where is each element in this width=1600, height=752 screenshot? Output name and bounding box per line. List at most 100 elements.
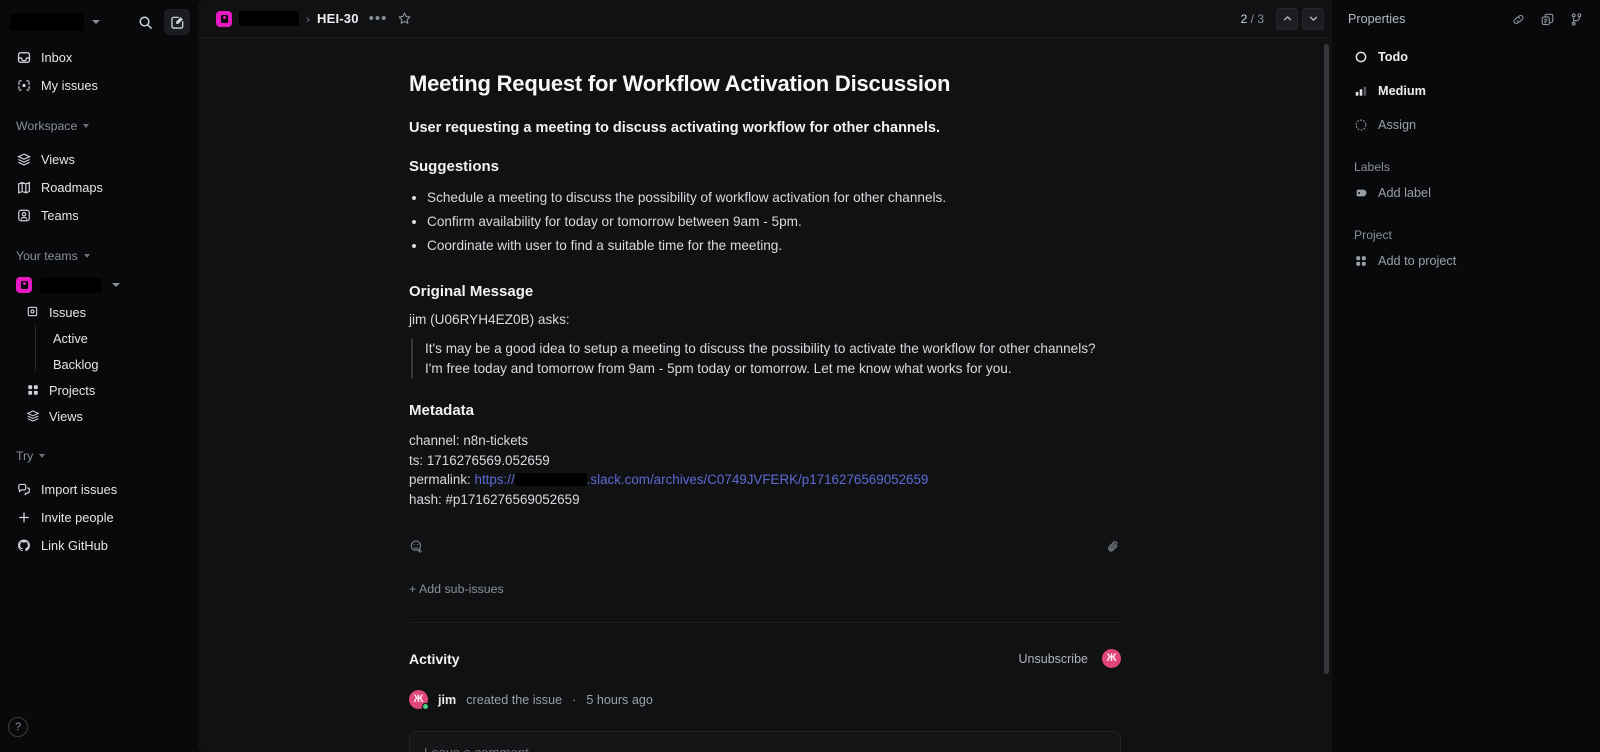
pager-total: 3 bbox=[1257, 11, 1264, 26]
next-issue-button[interactable] bbox=[1302, 7, 1324, 30]
issue-pager: 2 / 3 bbox=[1241, 12, 1264, 26]
sidebar-team-nav: Issues Active Backlog Projects Views bbox=[0, 299, 198, 429]
star-icon[interactable] bbox=[397, 11, 412, 26]
tag-icon bbox=[1354, 186, 1368, 200]
more-options-button[interactable]: ••• bbox=[369, 10, 388, 27]
property-assignee[interactable]: Assign bbox=[1348, 110, 1584, 140]
add-sub-issues-button[interactable]: + Add sub-issues bbox=[409, 582, 1121, 596]
workspace-name-redacted bbox=[10, 13, 84, 31]
add-to-project-text: Add to project bbox=[1378, 254, 1457, 268]
chevron-down-icon bbox=[83, 124, 90, 128]
activity-action: created the issue bbox=[466, 692, 563, 707]
sidebar-team-row[interactable] bbox=[8, 271, 190, 299]
sidebar-item-label: Link GitHub bbox=[41, 537, 108, 553]
sidebar-item-active[interactable]: Active bbox=[8, 325, 190, 351]
copy-icon[interactable] bbox=[1540, 12, 1555, 27]
properties-header: Properties bbox=[1348, 0, 1584, 38]
sidebar-item-label: Inbox bbox=[41, 49, 73, 65]
labels-section-title: Labels bbox=[1354, 160, 1390, 174]
vertical-scrollbar[interactable] bbox=[1324, 44, 1329, 674]
branch-icon[interactable] bbox=[1569, 12, 1584, 27]
prev-issue-button[interactable] bbox=[1276, 7, 1298, 30]
property-status[interactable]: Todo bbox=[1348, 42, 1584, 72]
properties-panel: Properties Todo Medium Assign Labels Add… bbox=[1332, 0, 1600, 752]
sidebar-section-try[interactable]: Try bbox=[8, 443, 190, 469]
sidebar-item-views[interactable]: Views bbox=[8, 145, 190, 173]
sidebar-item-roadmaps[interactable]: Roadmaps bbox=[8, 173, 190, 201]
original-message-quote: It's may be a good idea to setup a meeti… bbox=[411, 339, 1121, 378]
help-label: ? bbox=[14, 721, 22, 733]
metadata-hash: hash: #p1716276569052659 bbox=[409, 491, 580, 507]
compose-icon[interactable] bbox=[164, 9, 190, 35]
sidebar-item-my-issues[interactable]: My issues bbox=[8, 71, 190, 99]
quote-line: I'm free today and tomorrow from 9am - 5… bbox=[425, 360, 1012, 376]
sidebar-item-label: Views bbox=[41, 151, 75, 167]
metadata-permalink: permalink: https:// .slack.com/archives/C… bbox=[409, 470, 1121, 490]
priority-medium-icon bbox=[1354, 84, 1368, 98]
list-item: Coordinate with user to find a suitable … bbox=[427, 235, 1121, 257]
sidebar-item-team-views[interactable]: Views bbox=[8, 403, 190, 429]
sidebar-section-your-teams[interactable]: Your teams bbox=[8, 243, 190, 269]
add-reaction-icon[interactable] bbox=[409, 539, 424, 554]
list-item: Confirm availability for today or tomorr… bbox=[427, 211, 1121, 233]
link-icon[interactable] bbox=[1511, 12, 1526, 27]
permalink-link-suffix[interactable]: .slack.com/archives/C0749JVFERK/p1716276… bbox=[587, 472, 929, 487]
main-panel: › HEI-30 ••• 2 / 3 Meeting Request for W… bbox=[198, 0, 1332, 752]
avatar[interactable]: Ж bbox=[1102, 649, 1121, 669]
team-logo-icon bbox=[16, 277, 32, 293]
property-priority[interactable]: Medium bbox=[1348, 76, 1584, 106]
issue-lead: User requesting a meeting to discuss act… bbox=[409, 120, 940, 136]
chevron-down-icon bbox=[39, 454, 46, 458]
paperclip-icon[interactable] bbox=[1106, 539, 1121, 554]
sidebar-item-label: Import issues bbox=[41, 481, 118, 497]
metadata-heading: Metadata bbox=[409, 402, 475, 419]
sidebar-item-import-issues[interactable]: Import issues bbox=[8, 475, 190, 503]
issue-toolbar: › HEI-30 ••• 2 / 3 bbox=[198, 0, 1332, 38]
sidebar-section-label: Your teams bbox=[16, 249, 78, 263]
sidebar-section-workspace[interactable]: Workspace bbox=[8, 113, 190, 139]
add-to-project-button[interactable]: Add to project bbox=[1348, 246, 1584, 276]
comment-placeholder: Leave a comment... bbox=[424, 745, 1106, 752]
permalink-link[interactable]: https:// bbox=[475, 472, 515, 487]
sidebar-item-projects[interactable]: Projects bbox=[8, 377, 190, 403]
presence-indicator bbox=[422, 703, 429, 711]
permalink-host-redacted bbox=[514, 473, 587, 487]
workspace-header[interactable] bbox=[0, 7, 198, 37]
sidebar-item-link-github[interactable]: Link GitHub bbox=[8, 531, 190, 559]
sidebar-section-label: Try bbox=[16, 449, 34, 463]
help-button[interactable]: ? bbox=[8, 717, 28, 737]
assignee-icon bbox=[1354, 118, 1368, 132]
chevron-down-icon bbox=[83, 254, 90, 258]
reaction-row bbox=[409, 539, 1121, 554]
sidebar-item-invite-people[interactable]: Invite people bbox=[8, 503, 190, 531]
property-assignee-label: Assign bbox=[1378, 118, 1417, 132]
activity-author[interactable]: jim bbox=[438, 693, 456, 707]
sidebar-try-nav: Import issues Invite people Link GitHub bbox=[0, 475, 198, 559]
avatar[interactable]: Ж bbox=[409, 690, 429, 711]
add-label-text: Add label bbox=[1378, 186, 1431, 200]
sidebar-item-backlog[interactable]: Backlog bbox=[8, 351, 190, 377]
issue-document: Meeting Request for Workflow Activation … bbox=[409, 38, 1121, 752]
activity-time: 5 hours ago bbox=[586, 692, 653, 707]
search-icon[interactable] bbox=[132, 9, 158, 35]
sidebar-item-label: Projects bbox=[49, 382, 96, 398]
unsubscribe-button[interactable]: Unsubscribe bbox=[1019, 652, 1088, 666]
sidebar-item-issues[interactable]: Issues bbox=[8, 299, 190, 325]
status-todo-icon bbox=[1354, 50, 1368, 64]
sidebar-item-teams[interactable]: Teams bbox=[8, 201, 190, 229]
property-priority-label: Medium bbox=[1378, 84, 1426, 98]
properties-title: Properties bbox=[1348, 12, 1406, 26]
breadcrumb[interactable]: › HEI-30 bbox=[216, 10, 359, 27]
avatar-initial: Ж bbox=[1106, 652, 1117, 665]
chevron-down-icon bbox=[112, 283, 120, 287]
activity-header: Activity Unsubscribe Ж bbox=[409, 649, 1121, 669]
sidebar-item-inbox[interactable]: Inbox bbox=[8, 43, 190, 71]
comment-input[interactable]: Leave a comment... bbox=[409, 731, 1121, 752]
breadcrumb-separator: › bbox=[306, 11, 310, 26]
sidebar-top-nav: Inbox My issues bbox=[0, 43, 198, 99]
sidebar-item-label: Teams bbox=[41, 207, 79, 223]
sidebar: Inbox My issues Workspace Views Roadmaps bbox=[0, 0, 198, 752]
add-label-button[interactable]: Add label bbox=[1348, 178, 1584, 208]
metadata-channel: channel: n8n-tickets bbox=[409, 433, 529, 448]
team-name-redacted bbox=[40, 277, 102, 293]
